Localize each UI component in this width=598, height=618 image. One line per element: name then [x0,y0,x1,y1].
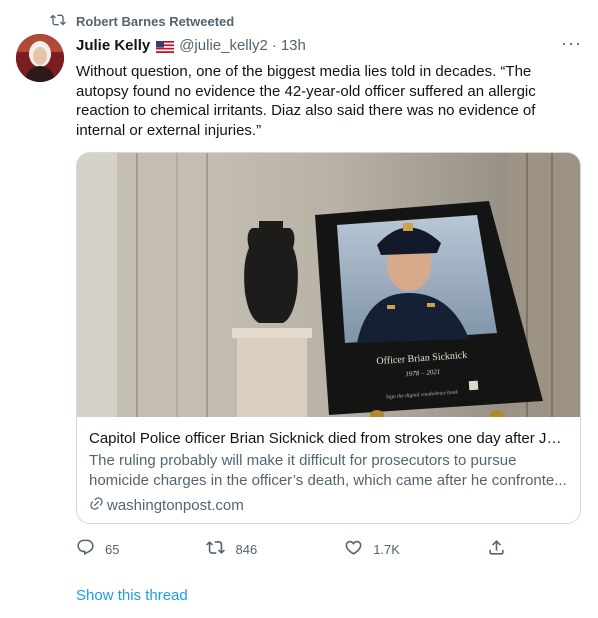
card-description: The ruling probably will make it difficu… [89,452,567,489]
reply-button[interactable]: 65 [76,538,119,560]
card-body: Capitol Police officer Brian Sicknick di… [89,429,568,515]
author-handle[interactable]: @julie_kelly2 [179,37,268,54]
author-name[interactable]: Julie Kelly [76,37,150,54]
separator-dot: · [271,37,277,54]
retweet-button[interactable]: 846 [206,538,257,560]
tweet-actions: 65 846 1.7K [76,538,506,560]
retweet-banner-label: Robert Barnes Retweeted [76,14,235,29]
retweet-icon [50,12,66,31]
like-button[interactable]: 1.7K [344,538,400,560]
show-thread-link[interactable]: Show this thread [76,587,188,604]
us-flag-icon [156,40,175,53]
more-options-icon[interactable]: ··· [561,33,582,54]
card-title: Capitol Police officer Brian Sicknick di… [89,430,568,447]
card-domain-label: washingtonpost.com [107,497,244,514]
tweet-text: Without question, one of the biggest med… [76,63,536,139]
retweet-count: 846 [235,541,258,557]
reply-count: 65 [105,541,120,557]
card-image: Officer Brian Sicknick 1978 – 2021 Sign … [77,153,580,417]
avatar[interactable] [16,34,64,82]
retweet-banner[interactable]: Robert Barnes Retweeted [50,12,234,31]
card-domain: washingtonpost.com [89,496,568,515]
link-card[interactable]: Officer Brian Sicknick 1978 – 2021 Sign … [76,152,581,524]
retweet-action-icon [206,538,226,560]
share-button[interactable] [487,538,506,560]
tweet-header: Julie Kelly @julie_kelly2 · 13h ··· [76,33,582,54]
tweet-time[interactable]: 13h [281,37,306,54]
heart-icon [344,538,363,560]
share-icon [487,538,506,560]
like-count: 1.7K [373,541,400,557]
reply-icon [76,538,95,560]
link-icon [89,496,104,515]
